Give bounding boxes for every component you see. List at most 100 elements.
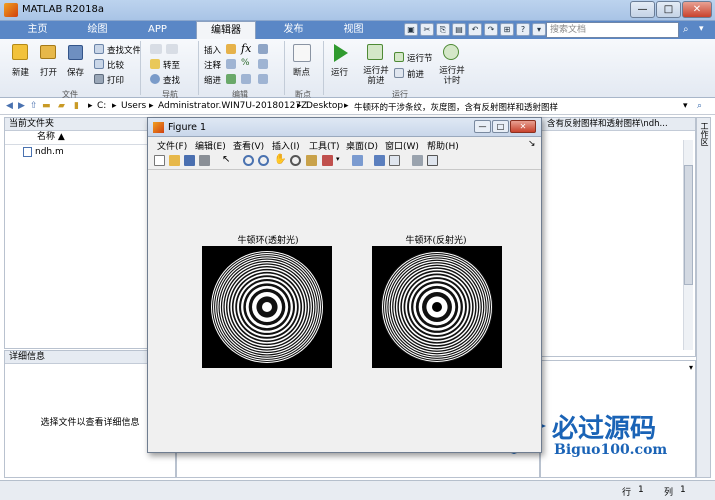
menu-view[interactable]: 查看(V) [233,139,264,152]
run-advance-icon[interactable] [367,44,383,60]
zoom-in-icon[interactable] [243,155,254,166]
fx-icon[interactable]: fx [241,42,251,55]
advance-label[interactable]: 前进 [407,68,424,80]
run-icon[interactable] [334,44,348,62]
find-files-icon[interactable] [94,44,104,54]
scrollbar-thumb[interactable] [684,165,693,285]
print-figure-icon[interactable] [199,155,210,166]
name-column-header[interactable]: 名称 ▲ [5,131,148,145]
pan-icon[interactable]: ✋ [274,155,286,166]
switch-windows-icon[interactable]: ⊞ [500,23,514,36]
folder-icon[interactable]: ▰ [58,101,65,111]
save-label[interactable]: 保存 [67,66,84,78]
comment-label[interactable]: 注释 [204,59,221,71]
open-label[interactable]: 打开 [40,66,57,78]
browse-folder-icon[interactable]: ▬ [42,101,51,111]
data-cursor-icon[interactable] [306,155,317,166]
menu-tools[interactable]: 工具(T) [309,139,340,152]
open-folder-icon[interactable] [40,45,56,59]
run-time-label[interactable]: 运行并 计时 [437,66,467,86]
new-label[interactable]: 新建 [12,66,29,78]
legend-icon[interactable] [389,155,400,166]
breakpoints-icon[interactable] [293,44,311,62]
insert-menu-icon[interactable] [258,44,268,54]
breakpoints-label[interactable]: 断点 [293,66,310,78]
brush-icon[interactable] [322,155,333,166]
advance-icon[interactable] [394,68,404,78]
indent-label[interactable]: 缩进 [204,74,221,86]
minimize-button[interactable]: — [630,1,655,18]
quick-access-menu-icon[interactable]: ▾ [532,23,546,36]
outdent-icon[interactable] [258,74,268,84]
print-icon[interactable] [94,74,104,84]
run-time-icon[interactable] [443,44,459,60]
scroll-down-icon[interactable]: ▾ [689,363,693,372]
file-list-item[interactable]: ndh.m [5,145,148,159]
tab-publish[interactable]: 发布 [266,21,321,39]
open-file-icon[interactable] [169,155,180,166]
insert-label[interactable]: 插入 [204,44,221,56]
forward-icon[interactable]: ▶ [18,101,25,111]
up-folder-icon[interactable]: ⇧ [30,101,38,111]
rotate-icon[interactable] [290,155,301,166]
help-icon[interactable]: ? [516,23,530,36]
figure-title-bar[interactable]: Figure 1 — □ ✕ [148,118,541,137]
address-dropdown-icon[interactable]: ▾ [683,101,688,111]
indent-icon[interactable] [241,74,251,84]
back-icon[interactable]: ◀ [6,101,13,111]
save-quick-icon[interactable]: ▣ [404,23,418,36]
path-segment-admin[interactable]: Administrator.WIN7U-20180127Z [158,101,307,111]
menu-window[interactable]: 窗口(W) [385,139,419,152]
editor-tab-path[interactable]: 含有反射图样和透射图样\ndh... [541,118,695,131]
tab-plots[interactable]: 绘图 [70,21,125,39]
menu-insert[interactable]: 插入(I) [272,139,300,152]
plot-reflection[interactable] [372,246,502,368]
path-segment-folder[interactable]: 牛顿环的干涉条纹，灰度图，含有反射图样和透射图样 [354,101,558,113]
uncomment-icon[interactable] [258,59,268,69]
address-bar[interactable]: ◀ ▶ ⇧ ▬ ▰ ▮ ▸ C: ▸ Users ▸ Administrator… [0,99,715,115]
run-section-icon[interactable] [394,52,404,62]
save-figure-icon[interactable] [184,155,195,166]
colorbar-icon[interactable] [374,155,385,166]
tab-editor[interactable]: 编辑器 [196,21,256,39]
path-segment-desktop[interactable]: Desktop [306,101,343,111]
zoom-out-icon[interactable] [258,155,269,166]
save-icon[interactable] [68,45,83,60]
comment-icon[interactable] [226,59,236,69]
notifications-icon[interactable]: ▾ [699,24,711,36]
workspace-collapsed-panel[interactable]: 工作区 [696,117,711,478]
file-name[interactable]: ndh.m [35,147,64,157]
pointer-icon[interactable]: ↖ [222,155,233,166]
print-label[interactable]: 打印 [107,74,124,86]
insert-section-icon[interactable] [226,44,236,54]
redo-quick-icon[interactable]: ↷ [484,23,498,36]
link-plot-icon[interactable] [352,155,363,166]
editor-scrollbar[interactable] [683,140,693,350]
address-search-icon[interactable]: ⌕ [697,101,702,111]
new-icon[interactable] [12,44,28,60]
new-figure-icon[interactable] [154,155,165,166]
figure-maximize-button[interactable]: □ [492,120,509,133]
figure-window[interactable]: Figure 1 — □ ✕ 文件(F) 编辑(E) 查看(V) 插入(I) 工… [147,117,542,453]
figure-canvas[interactable]: 牛顿环(透射光) 牛顿环(反射光) [148,171,541,452]
workspace-label[interactable]: 工作区 [699,122,710,146]
show-plot-tools-icon[interactable] [427,155,438,166]
tab-home[interactable]: 主页 [10,21,65,39]
compare-label[interactable]: 比较 [107,59,124,71]
hide-plot-tools-icon[interactable] [412,155,423,166]
find-label[interactable]: 查找 [163,74,180,86]
goto-label[interactable]: 转至 [163,59,180,71]
goto-icon[interactable] [150,59,160,69]
close-button[interactable]: ✕ [682,1,712,18]
maximize-button[interactable]: □ [656,1,681,18]
path-segment-users[interactable]: Users [121,101,146,111]
figure-close-button[interactable]: ✕ [510,120,536,133]
menu-edit[interactable]: 编辑(E) [195,139,226,152]
menu-help[interactable]: 帮助(H) [427,139,459,152]
smart-indent-icon[interactable] [226,74,236,84]
menu-desktop[interactable]: 桌面(D) [346,139,378,152]
search-icon[interactable]: ⌕ [683,24,695,36]
find-icon[interactable] [150,74,160,84]
tab-view[interactable]: 视图 [326,21,381,39]
tab-apps[interactable]: APP [130,21,185,39]
